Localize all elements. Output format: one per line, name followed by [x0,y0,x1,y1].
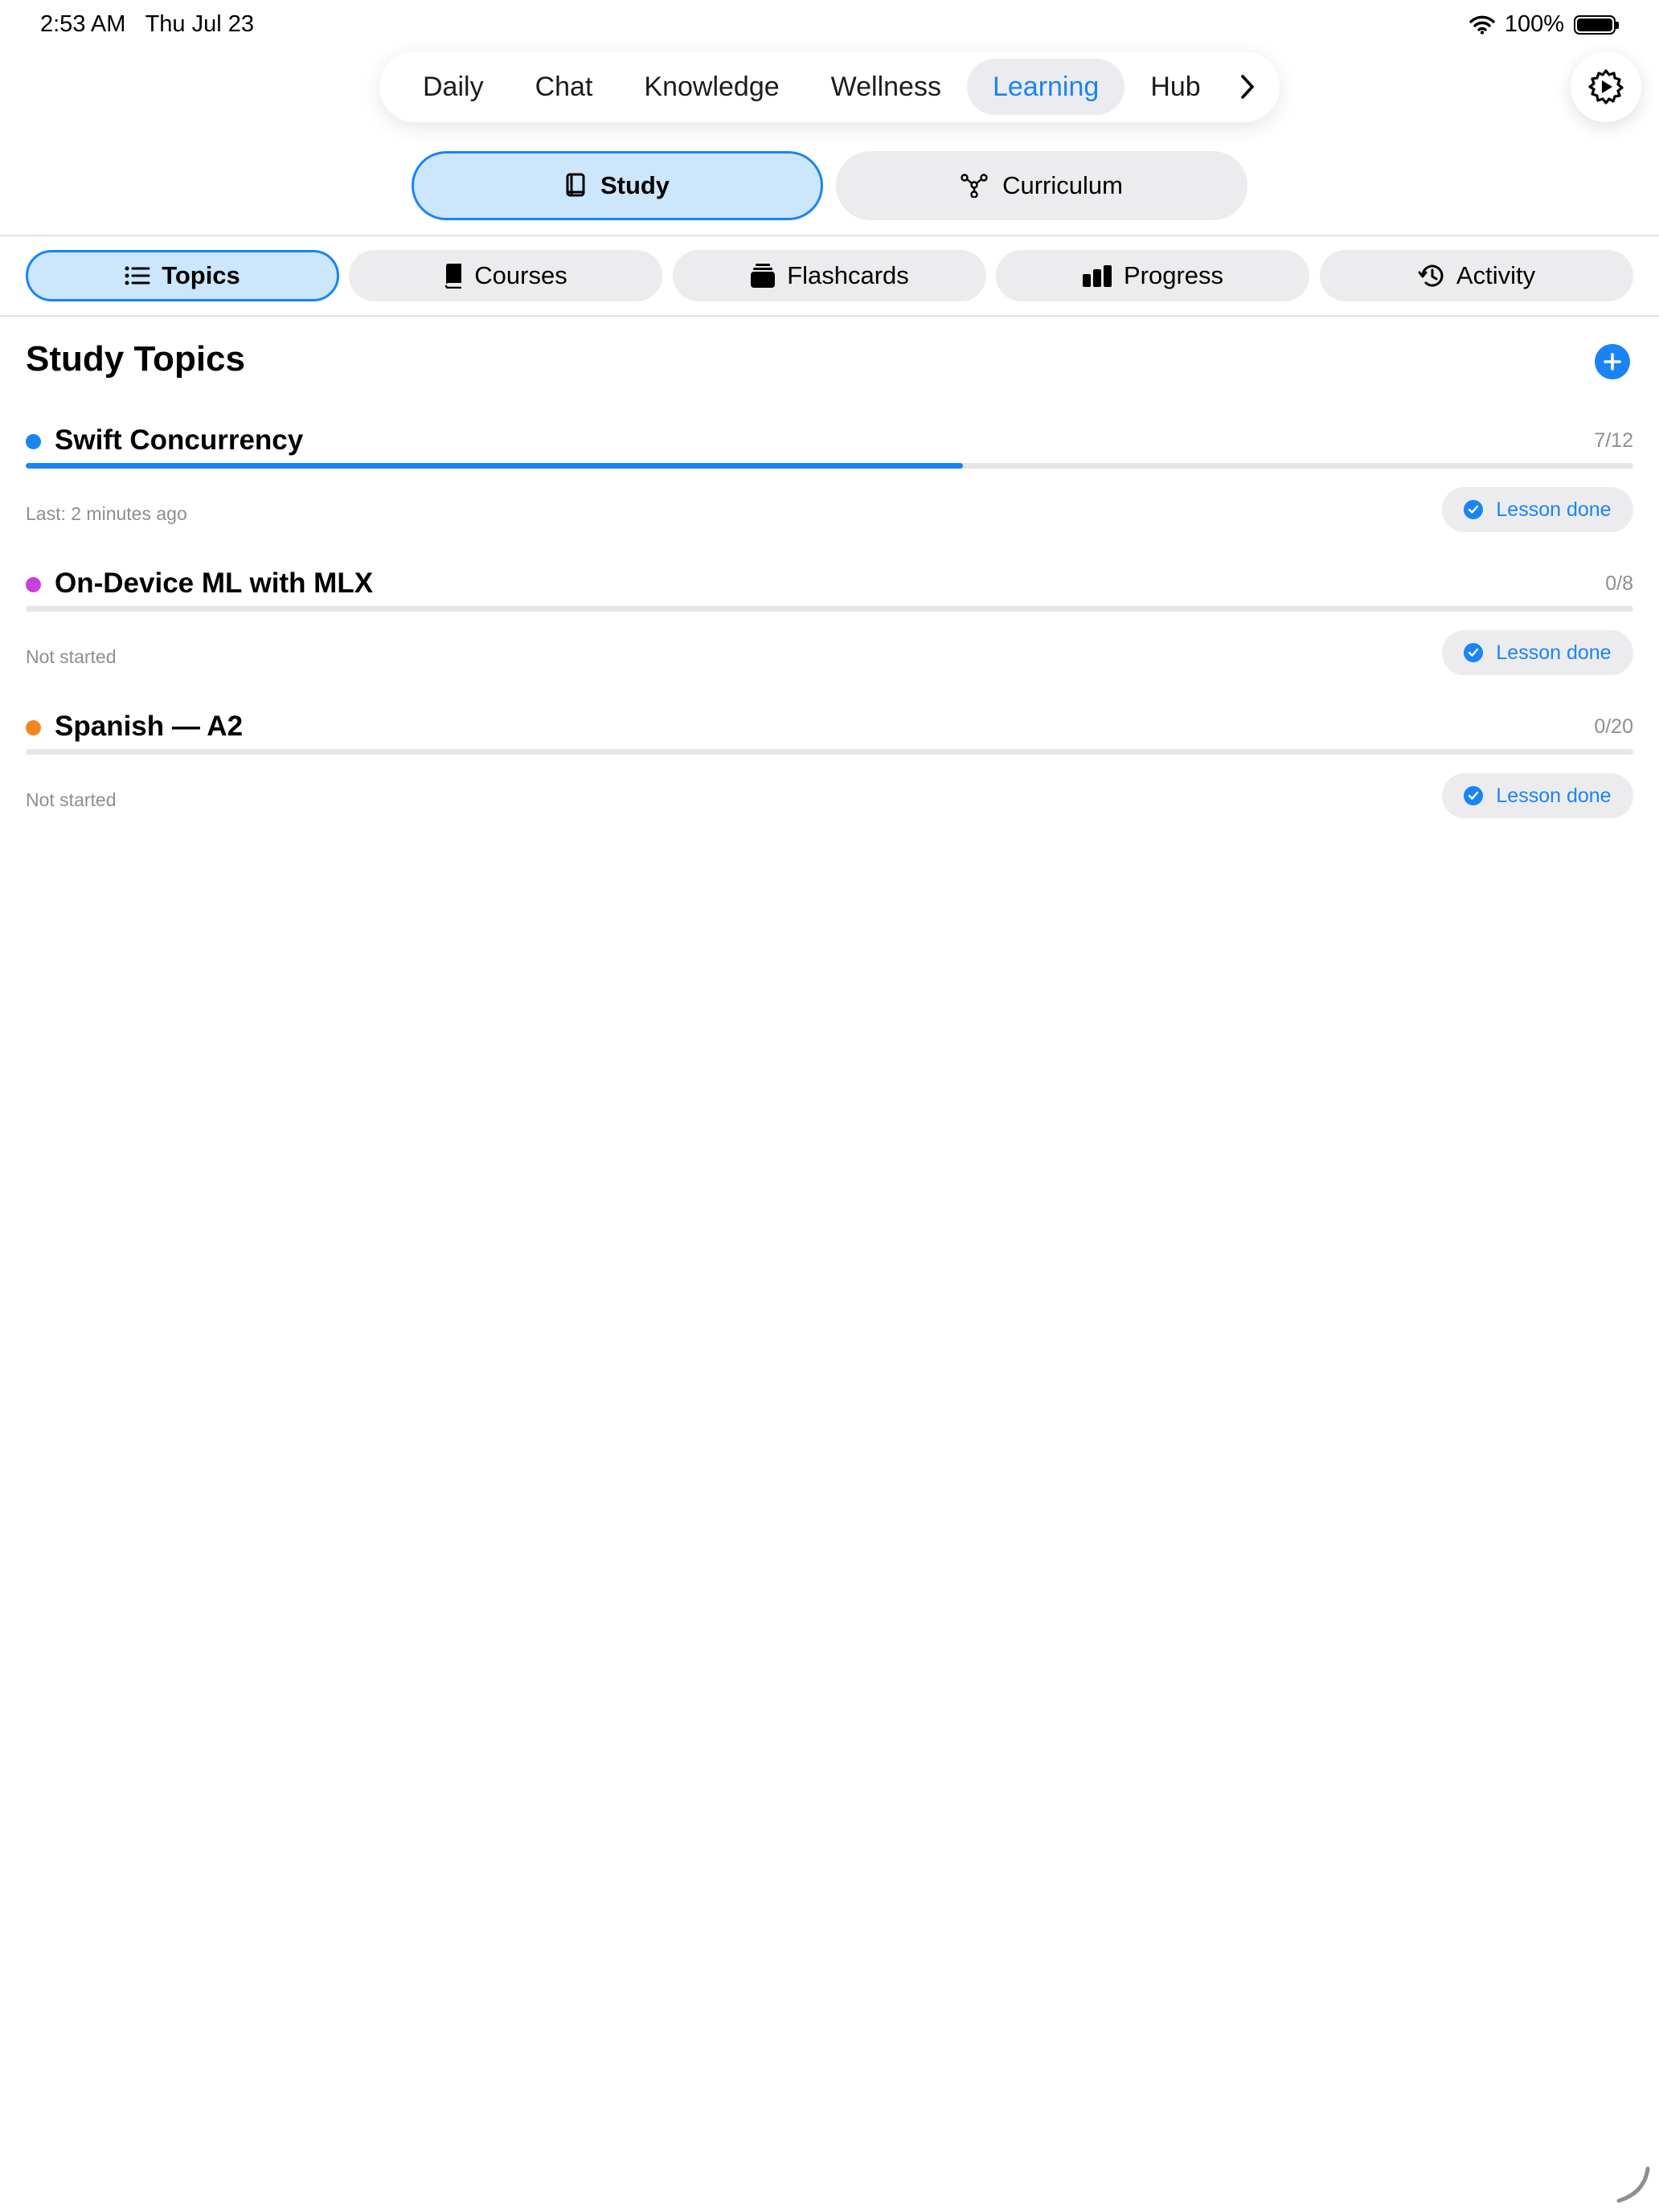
tab-courses-label: Courses [474,261,567,289]
nav-chat[interactable]: Chat [510,59,619,115]
topic-name: Swift Concurrency [55,424,304,456]
tab-activity[interactable]: Activity [1320,250,1633,301]
segment-curriculum[interactable]: Curriculum [836,151,1247,220]
tab-topics-label: Topics [162,261,240,289]
topic-count: 0/20 [1594,715,1633,738]
lesson-done-label: Lesson done [1496,641,1612,664]
nav-daily[interactable]: Daily [397,59,510,115]
tab-topics[interactable]: Topics [26,250,339,301]
tabs-divider [0,315,1659,317]
topic-color-dot [26,720,41,735]
status-date: Thu Jul 23 [145,11,254,37]
battery-percentage: 100% [1504,11,1564,37]
nav-wellness[interactable]: Wellness [805,59,967,115]
segment-study[interactable]: Study [412,151,823,220]
checkmark-circle-icon [1464,786,1484,805]
book-icon [566,173,585,197]
header-divider [0,235,1659,236]
bar-chart-icon [1082,265,1112,287]
lesson-done-button[interactable]: Lesson done [1442,773,1633,818]
graph-nodes-icon [961,174,988,198]
checkmark-circle-icon [1464,643,1484,662]
status-bar-indicators: 100% [1469,11,1619,38]
tab-progress[interactable]: Progress [996,250,1309,301]
add-topic-button[interactable] [1595,344,1630,379]
section-title: Study Topics [26,339,245,379]
lesson-done-button[interactable]: Lesson done [1442,487,1633,532]
gear-icon [1588,69,1624,104]
tab-courses[interactable]: Courses [349,250,662,301]
topic-row[interactable]: Swift Concurrency 7/12 Last: 2 minutes a… [26,420,1633,556]
topic-color-dot [26,434,41,449]
topic-name: On-Device ML with MLX [55,567,374,599]
topic-progress-bar [26,463,1633,469]
topic-count: 7/12 [1594,429,1633,452]
resize-handle-icon[interactable] [1612,2164,1653,2204]
tab-progress-label: Progress [1123,261,1224,289]
battery-icon [1574,14,1619,35]
list-icon [125,266,150,285]
nav-learning[interactable]: Learning [966,59,1125,115]
top-navigation: Daily Chat Knowledge Wellness Learning H… [379,51,1280,122]
lesson-done-label: Lesson done [1496,498,1612,521]
card-stack-icon [751,264,776,288]
topic-color-dot [26,577,41,592]
tab-flashcards[interactable]: Flashcards [673,250,986,301]
battery-level [1577,18,1612,31]
topic-progress-bar [26,606,1633,612]
topic-progress-fill [26,463,963,469]
checkmark-circle-icon [1464,500,1484,519]
settings-button[interactable] [1571,51,1641,122]
nav-knowledge[interactable]: Knowledge [618,59,805,115]
segment-study-label: Study [600,171,670,199]
status-bar-time: 2:53 AM Thu Jul 23 [40,11,254,38]
status-time: 2:53 AM [40,11,126,37]
topic-name: Spanish — A2 [55,711,244,742]
topic-count: 0/8 [1605,572,1633,595]
topic-status: Last: 2 minutes ago [26,503,187,524]
lesson-done-button[interactable]: Lesson done [1442,630,1633,675]
topic-progress-bar [26,749,1633,755]
topic-row[interactable]: On-Device ML with MLX 0/8 Not started Le… [26,563,1633,699]
topic-status: Not started [26,646,117,667]
topic-status: Not started [26,789,117,810]
tab-activity-label: Activity [1456,261,1536,289]
chevron-right-icon[interactable] [1231,71,1264,103]
lesson-done-label: Lesson done [1496,784,1612,807]
history-icon [1418,264,1444,287]
plus-icon [1604,353,1621,371]
segment-curriculum-label: Curriculum [1002,171,1123,199]
topic-row[interactable]: Spanish — A2 0/20 Not started Lesson don… [26,706,1633,842]
wifi-icon [1469,15,1495,35]
tab-flashcards-label: Flashcards [787,261,909,289]
book-closed-icon [445,264,462,289]
nav-hub[interactable]: Hub [1124,59,1226,115]
